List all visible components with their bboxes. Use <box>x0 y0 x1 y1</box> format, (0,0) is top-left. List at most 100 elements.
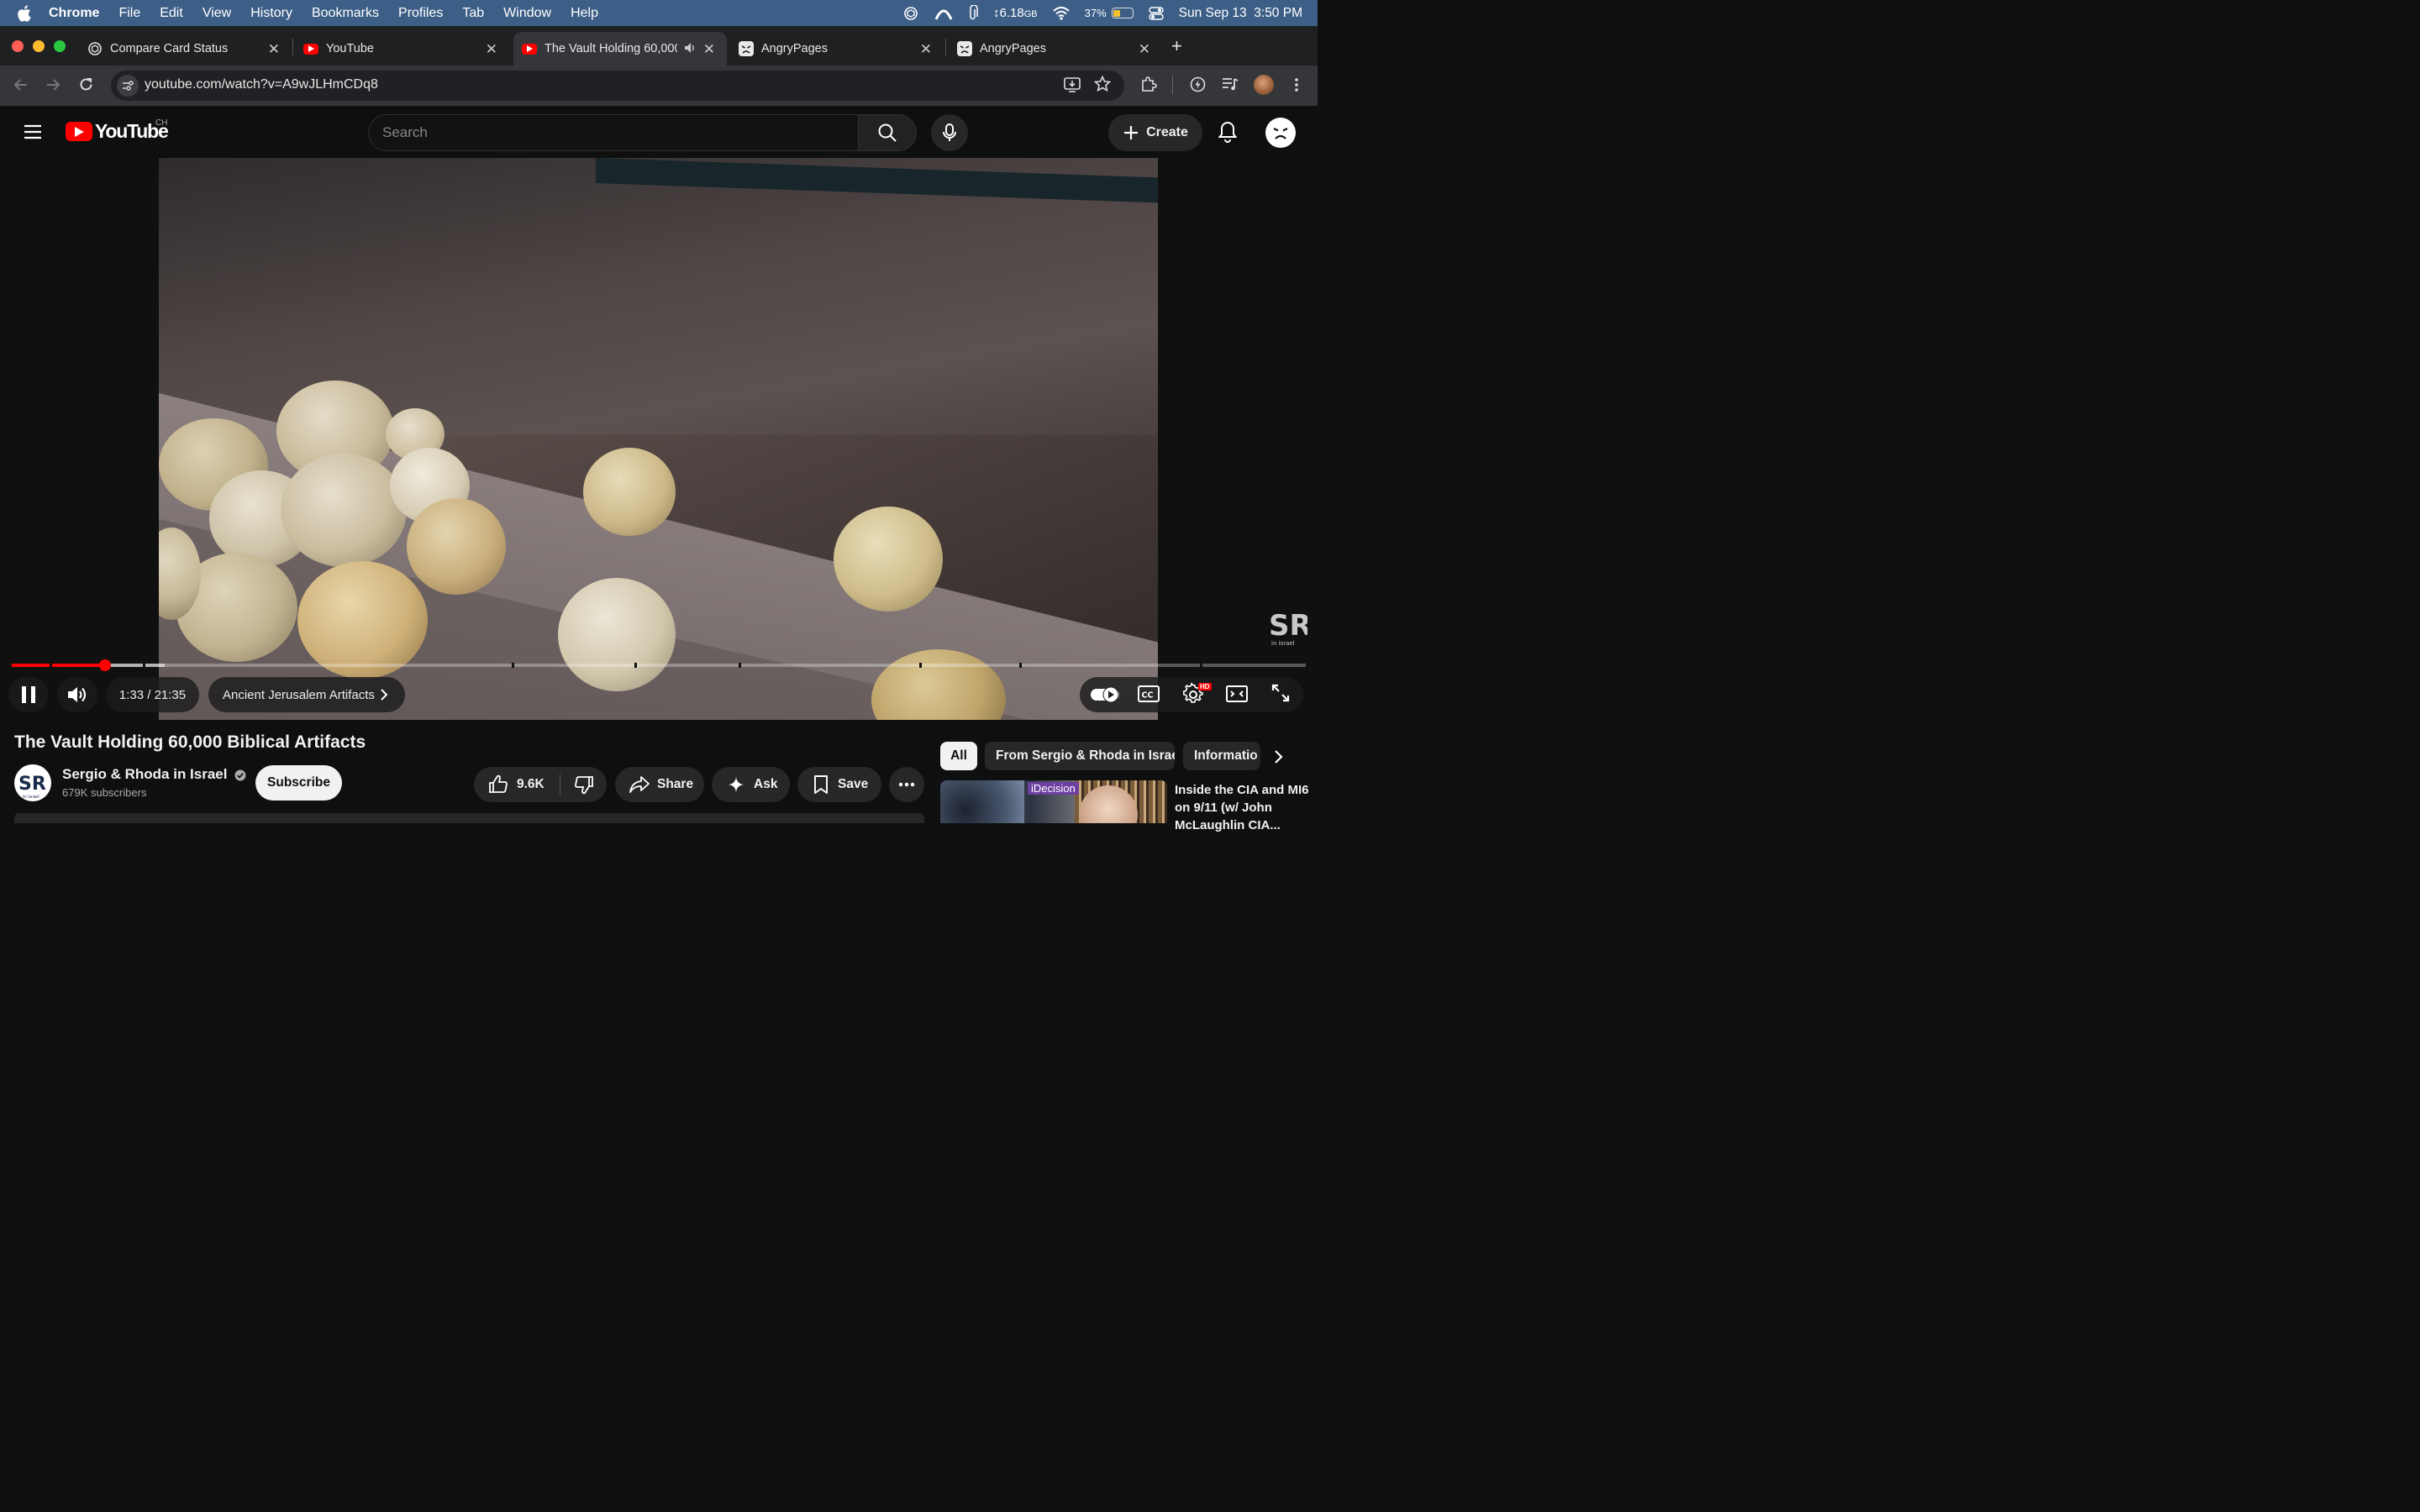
notifications-bell-icon[interactable] <box>1218 121 1237 143</box>
control-center-icon[interactable] <box>1148 6 1164 20</box>
battery-indicator[interactable]: 37% <box>1085 7 1134 19</box>
menu-help[interactable]: Help <box>571 6 598 21</box>
create-button[interactable]: Create <box>1108 114 1202 151</box>
bookmark-icon <box>813 775 829 794</box>
share-label: Share <box>657 777 694 791</box>
youtube-icon <box>303 43 318 55</box>
extensions-icon[interactable] <box>1140 76 1157 92</box>
tab-close-icon[interactable]: ✕ <box>920 41 932 58</box>
chip-from-channel[interactable]: From Sergio & Rhoda in Israel <box>985 742 1175 770</box>
thumbs-up-icon <box>488 774 508 795</box>
chips-next-icon[interactable] <box>1274 749 1284 764</box>
tab-the-vault-active[interactable]: The Vault Holding 60,000 ✕ <box>513 32 727 66</box>
window-close-button[interactable] <box>12 40 24 52</box>
tab-compare-card-status[interactable]: Compare Card Status ✕ <box>77 32 292 66</box>
more-actions-button[interactable] <box>889 767 924 802</box>
menu-window[interactable]: Window <box>503 6 551 21</box>
battery-icon <box>1111 8 1134 18</box>
ask-button[interactable]: Ask <box>712 767 790 802</box>
menu-app-name[interactable]: Chrome <box>49 6 99 21</box>
menu-edit[interactable]: Edit <box>160 6 183 21</box>
share-button[interactable]: Share <box>615 767 704 802</box>
memory-indicator[interactable]: ↕6.18GB <box>993 6 1038 20</box>
reload-icon[interactable] <box>78 76 94 92</box>
menu-file[interactable]: File <box>118 6 140 21</box>
ask-label: Ask <box>754 777 778 791</box>
chatgpt-icon[interactable] <box>902 5 919 22</box>
tab-close-icon[interactable]: ✕ <box>268 41 280 58</box>
subscribe-button[interactable]: Subscribe <box>255 765 342 801</box>
closed-captions-icon[interactable]: CC <box>1138 684 1160 704</box>
progress-bar-track[interactable] <box>12 664 1306 667</box>
stone <box>834 507 943 612</box>
youtube-icon <box>522 43 537 55</box>
fullscreen-icon[interactable] <box>1270 683 1291 703</box>
performance-icon[interactable] <box>1190 76 1206 92</box>
bookmark-star-icon[interactable] <box>1094 76 1111 92</box>
angrypages-icon <box>739 41 754 56</box>
chapter-button[interactable]: Ancient Jerusalem Artifacts <box>208 677 405 712</box>
site-settings-icon[interactable] <box>117 75 139 97</box>
description-box[interactable] <box>14 813 924 823</box>
tab-close-icon[interactable]: ✕ <box>1139 41 1150 58</box>
save-button[interactable]: Save <box>797 767 881 802</box>
channel-name[interactable]: Sergio & Rhoda in Israel <box>62 766 246 783</box>
paperclip-icon[interactable] <box>968 4 978 22</box>
tab-close-icon[interactable]: ✕ <box>486 41 497 58</box>
wifi-icon[interactable] <box>1052 6 1070 20</box>
recommendation-thumbnail[interactable]: iDecision <box>940 780 1167 823</box>
theater-mode-icon[interactable] <box>1226 685 1248 703</box>
sparkle-icon <box>728 776 744 793</box>
tab-angrypages-1[interactable]: AngryPages ✕ <box>729 32 944 66</box>
arc-icon[interactable] <box>934 6 953 21</box>
menu-profiles[interactable]: Profiles <box>398 6 443 21</box>
window-zoom-button[interactable] <box>54 40 66 52</box>
apple-menu-icon[interactable] <box>17 4 35 22</box>
stone <box>407 498 506 595</box>
profile-avatar[interactable] <box>1254 75 1274 95</box>
thumbnail-badge: iDecision <box>1028 782 1079 795</box>
chip-information[interactable]: Informatio <box>1183 742 1260 770</box>
battery-fill <box>1113 9 1120 17</box>
new-tab-icon[interactable]: + <box>1171 35 1182 57</box>
chapter-marker <box>1019 663 1022 668</box>
channel-avatar[interactable]: SR in israel <box>14 764 51 801</box>
voice-search-button[interactable] <box>931 114 968 151</box>
chip-all[interactable]: All <box>940 742 977 770</box>
window-minimize-button[interactable] <box>33 40 45 52</box>
forward-icon[interactable] <box>45 77 60 92</box>
volume-icon <box>66 685 88 705</box>
angrypages-icon <box>957 41 972 56</box>
chapter-marker <box>739 663 741 668</box>
chrome-menu-icon[interactable] <box>1292 77 1301 92</box>
url-text[interactable]: youtube.com/watch?v=A9wJLHmCDq8 <box>145 76 378 94</box>
youtube-logo[interactable]: YouTube <box>66 120 169 143</box>
search-input[interactable] <box>382 120 844 145</box>
menu-history[interactable]: History <box>250 6 292 21</box>
pause-button[interactable] <box>8 677 49 712</box>
mute-button[interactable] <box>57 677 97 712</box>
tab-youtube[interactable]: YouTube ✕ <box>294 32 509 66</box>
media-controls-icon[interactable] <box>1222 76 1239 92</box>
like-button[interactable]: 9.6K <box>474 767 560 802</box>
audio-playing-icon[interactable] <box>683 41 697 55</box>
recommendation-title[interactable]: Inside the CIA and MI6 on 9/11 (w/ John … <box>1175 781 1309 834</box>
hamburger-menu-icon[interactable] <box>24 124 42 139</box>
channel-watermark[interactable]: SR in israel <box>1269 608 1307 647</box>
video-player[interactable]: SR in israel <box>0 158 1318 720</box>
menu-bar-clock[interactable]: Sun Sep 13 3:50 PM <box>1179 6 1302 21</box>
search-button[interactable] <box>858 114 917 151</box>
tab-close-icon[interactable]: ✕ <box>703 41 715 58</box>
tab-angrypages-2[interactable]: AngryPages ✕ <box>948 32 1162 66</box>
dislike-button[interactable] <box>561 767 607 802</box>
progress-scrubber[interactable] <box>98 659 111 671</box>
autoplay-toggle[interactable] <box>1090 685 1120 705</box>
install-app-icon[interactable] <box>1064 76 1081 92</box>
account-avatar[interactable] <box>1265 118 1296 148</box>
svg-text:in israel: in israel <box>23 795 39 800</box>
menu-tab[interactable]: Tab <box>462 6 484 21</box>
menu-bookmarks[interactable]: Bookmarks <box>312 6 379 21</box>
settings-gear-icon[interactable]: HD <box>1181 682 1212 706</box>
menu-view[interactable]: View <box>203 6 231 21</box>
back-icon[interactable] <box>13 77 29 92</box>
